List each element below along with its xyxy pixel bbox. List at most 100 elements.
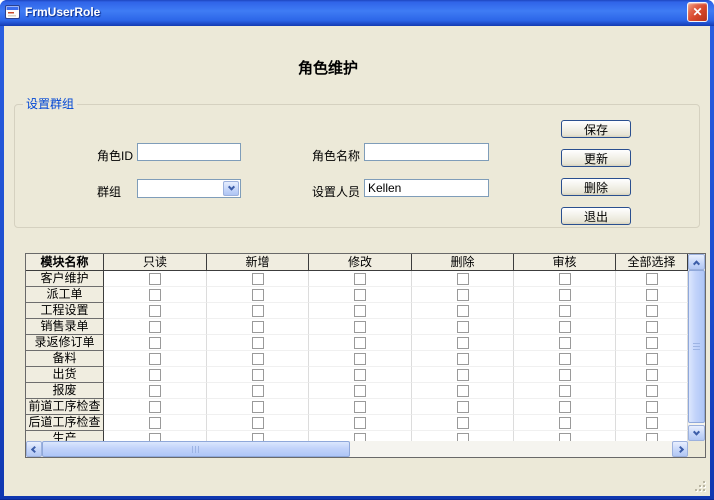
permission-checkbox[interactable] <box>559 305 571 317</box>
permission-checkbox[interactable] <box>559 289 571 301</box>
role-name-input[interactable] <box>364 143 489 161</box>
permission-cell <box>616 383 688 399</box>
vertical-scrollbar-thumb[interactable] <box>688 270 705 423</box>
permission-checkbox[interactable] <box>646 305 658 317</box>
permission-checkbox[interactable] <box>646 321 658 333</box>
permission-checkbox[interactable] <box>149 321 161 333</box>
permission-checkbox[interactable] <box>646 369 658 381</box>
permission-checkbox[interactable] <box>457 289 469 301</box>
permission-checkbox[interactable] <box>646 273 658 285</box>
permission-checkbox[interactable] <box>559 353 571 365</box>
permission-checkbox[interactable] <box>646 353 658 365</box>
permission-checkbox[interactable] <box>252 353 264 365</box>
permission-checkbox[interactable] <box>149 433 161 442</box>
permission-checkbox[interactable] <box>252 337 264 349</box>
permission-checkbox[interactable] <box>252 321 264 333</box>
permission-checkbox[interactable] <box>646 433 658 442</box>
permission-checkbox[interactable] <box>457 353 469 365</box>
permission-checkbox[interactable] <box>646 289 658 301</box>
permission-checkbox[interactable] <box>559 369 571 381</box>
permission-checkbox[interactable] <box>646 337 658 349</box>
permission-checkbox[interactable] <box>149 401 161 413</box>
permission-checkbox[interactable] <box>457 433 469 442</box>
permission-cell <box>514 367 616 383</box>
permission-cell <box>104 415 207 431</box>
column-header[interactable]: 删除 <box>412 254 514 271</box>
column-header[interactable]: 新增 <box>207 254 309 271</box>
permission-checkbox[interactable] <box>149 289 161 301</box>
permission-checkbox[interactable] <box>354 273 366 285</box>
permission-checkbox[interactable] <box>354 289 366 301</box>
permission-checkbox[interactable] <box>354 337 366 349</box>
close-button[interactable]: ✕ <box>687 2 708 22</box>
horizontal-scrollbar-thumb[interactable] <box>42 441 350 457</box>
permission-checkbox[interactable] <box>559 273 571 285</box>
permission-cell <box>514 383 616 399</box>
permission-checkbox[interactable] <box>354 433 366 442</box>
column-header[interactable]: 模块名称 <box>26 254 104 271</box>
permission-checkbox[interactable] <box>646 385 658 397</box>
permission-checkbox[interactable] <box>354 321 366 333</box>
role-id-input[interactable] <box>137 143 241 161</box>
permission-checkbox[interactable] <box>252 305 264 317</box>
permission-checkbox[interactable] <box>149 417 161 429</box>
permission-checkbox[interactable] <box>457 321 469 333</box>
permission-checkbox[interactable] <box>646 417 658 429</box>
permission-checkbox[interactable] <box>646 401 658 413</box>
permission-checkbox[interactable] <box>149 337 161 349</box>
permission-checkbox[interactable] <box>252 273 264 285</box>
scroll-left-button[interactable] <box>26 441 42 457</box>
role-id-label: 角色ID <box>97 147 133 164</box>
group-combobox[interactable] <box>137 179 241 198</box>
permission-checkbox[interactable] <box>354 401 366 413</box>
permission-checkbox[interactable] <box>457 305 469 317</box>
column-header[interactable]: 只读 <box>104 254 207 271</box>
vertical-scrollbar[interactable] <box>688 254 705 441</box>
permission-checkbox[interactable] <box>252 385 264 397</box>
permission-checkbox[interactable] <box>149 273 161 285</box>
permission-checkbox[interactable] <box>252 433 264 442</box>
scroll-up-button[interactable] <box>688 254 705 270</box>
column-header[interactable]: 全部选择 <box>616 254 688 271</box>
setter-input[interactable] <box>364 179 489 197</box>
exit-button[interactable]: 退出 <box>561 207 631 225</box>
save-button[interactable]: 保存 <box>561 120 631 138</box>
permission-checkbox[interactable] <box>354 305 366 317</box>
permission-cell <box>514 319 616 335</box>
permission-checkbox[interactable] <box>457 273 469 285</box>
permission-checkbox[interactable] <box>149 353 161 365</box>
permission-checkbox[interactable] <box>559 401 571 413</box>
delete-button[interactable]: 删除 <box>561 178 631 196</box>
column-header[interactable]: 审核 <box>514 254 616 271</box>
permission-checkbox[interactable] <box>149 305 161 317</box>
permission-checkbox[interactable] <box>354 385 366 397</box>
permission-checkbox[interactable] <box>149 369 161 381</box>
horizontal-scrollbar[interactable] <box>26 441 688 457</box>
permission-checkbox[interactable] <box>252 401 264 413</box>
permission-checkbox[interactable] <box>149 385 161 397</box>
combo-dropdown-button[interactable] <box>223 181 239 196</box>
permission-checkbox[interactable] <box>457 369 469 381</box>
permission-checkbox[interactable] <box>559 337 571 349</box>
permission-checkbox[interactable] <box>457 385 469 397</box>
update-button[interactable]: 更新 <box>561 149 631 167</box>
resize-grip[interactable] <box>695 481 707 493</box>
permission-checkbox[interactable] <box>559 385 571 397</box>
permission-checkbox[interactable] <box>457 417 469 429</box>
permission-checkbox[interactable] <box>559 321 571 333</box>
permission-checkbox[interactable] <box>354 353 366 365</box>
permission-checkbox[interactable] <box>559 433 571 442</box>
permission-checkbox[interactable] <box>252 369 264 381</box>
permission-checkbox[interactable] <box>354 417 366 429</box>
scroll-right-button[interactable] <box>672 441 688 457</box>
column-header[interactable]: 修改 <box>309 254 412 271</box>
permission-checkbox[interactable] <box>252 289 264 301</box>
permission-checkbox[interactable] <box>559 417 571 429</box>
permission-checkbox[interactable] <box>457 401 469 413</box>
permission-checkbox[interactable] <box>252 417 264 429</box>
titlebar[interactable]: FrmUserRole ✕ <box>0 0 714 26</box>
permission-checkbox[interactable] <box>457 337 469 349</box>
permission-checkbox[interactable] <box>354 369 366 381</box>
client-area: 角色维护 设置群组 角色ID 角色名称 群组 设置人员 保存 更新 删除 退出 <box>4 26 710 496</box>
scroll-down-button[interactable] <box>688 425 705 441</box>
